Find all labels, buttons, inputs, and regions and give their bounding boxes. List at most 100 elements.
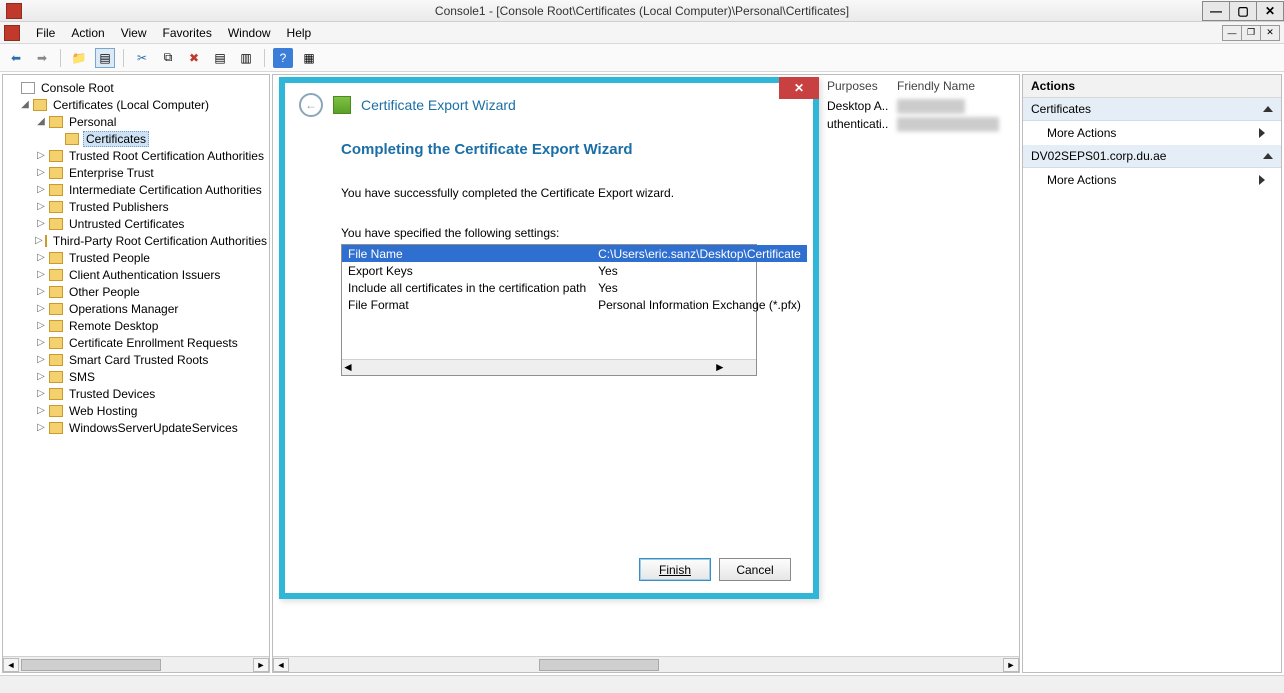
details-horizontal-scrollbar[interactable]: ◄ ► (273, 656, 1019, 672)
collapse-icon (1263, 153, 1273, 159)
folder-icon (49, 286, 63, 298)
view-icon[interactable]: ▦ (299, 48, 319, 68)
tree-node-personal-certificates[interactable]: Certificates (3, 130, 269, 147)
show-hide-tree-icon[interactable]: ▤ (95, 48, 115, 68)
mdi-restore-button[interactable]: ❐ (1241, 25, 1261, 41)
wizard-specified-label: You have specified the following setting… (341, 226, 757, 240)
list-cell[interactable]: Desktop A... (819, 97, 889, 115)
status-bar (0, 675, 1284, 693)
tree-node[interactable]: ▷Trusted Root Certification Authorities (3, 147, 269, 164)
settings-row-export-keys[interactable]: Export KeysYes (342, 262, 807, 279)
scroll-left-icon[interactable]: ◄ (3, 658, 19, 672)
tree-node[interactable]: ▷Client Authentication Issuers (3, 266, 269, 283)
settings-row-file-format[interactable]: File FormatPersonal Information Exchange… (342, 296, 807, 313)
tree-node[interactable]: ▷Operations Manager (3, 300, 269, 317)
window-title: Console1 - [Console Root\Certificates (L… (0, 4, 1284, 18)
scroll-right-icon[interactable]: ► (714, 360, 726, 375)
actions-group-certificates[interactable]: Certificates (1023, 98, 1281, 121)
folder-icon (33, 99, 47, 111)
folder-icon (49, 218, 63, 230)
certificate-wizard-icon (333, 96, 351, 114)
column-friendly-name[interactable]: Friendly Name (889, 75, 983, 97)
export-icon[interactable]: ▥ (236, 48, 256, 68)
tree-node[interactable]: ▷Remote Desktop (3, 317, 269, 334)
tree-node-console-root[interactable]: Console Root (3, 79, 269, 96)
actions-group-selected-cert[interactable]: DV02SEPS01.corp.du.ae (1023, 145, 1281, 168)
tree-node-personal[interactable]: ◢ Personal (3, 113, 269, 130)
submenu-icon (1259, 175, 1265, 185)
folder-icon (49, 303, 63, 315)
help-icon[interactable]: ? (273, 48, 293, 68)
folder-icon (49, 184, 63, 196)
tree-node[interactable]: ▷Certificate Enrollment Requests (3, 334, 269, 351)
tree-horizontal-scrollbar[interactable]: ◄ ► (3, 656, 269, 672)
tree-node[interactable]: ▷WindowsServerUpdateServices (3, 419, 269, 436)
certificate-export-wizard-dialog: ✕ ← Certificate Export Wizard Completing… (279, 77, 819, 599)
menu-view[interactable]: View (113, 23, 155, 43)
menu-favorites[interactable]: Favorites (155, 23, 220, 43)
folder-icon (49, 320, 63, 332)
back-icon[interactable]: ⬅ (6, 48, 26, 68)
tree-node[interactable]: ▷Untrusted Certificates (3, 215, 269, 232)
folder-icon (49, 405, 63, 417)
copy-icon[interactable]: ⧉ (158, 48, 178, 68)
submenu-icon (1259, 128, 1265, 138)
column-purposes[interactable]: Purposes (819, 75, 889, 97)
wizard-back-button[interactable]: ← (299, 93, 323, 117)
menu-window[interactable]: Window (220, 23, 279, 43)
console-icon (21, 82, 35, 94)
cancel-button[interactable]: Cancel (719, 558, 791, 581)
tree-node[interactable]: ▷Web Hosting (3, 402, 269, 419)
settings-row-include-chain[interactable]: Include all certificates in the certific… (342, 279, 807, 296)
actions-title: Actions (1023, 75, 1281, 98)
forward-icon[interactable]: ➡ (32, 48, 52, 68)
scroll-left-icon[interactable]: ◄ (342, 360, 354, 375)
tree-node[interactable]: ▷Enterprise Trust (3, 164, 269, 181)
tree-node[interactable]: ▷SMS (3, 368, 269, 385)
folder-icon (49, 354, 63, 366)
scroll-right-icon[interactable]: ► (253, 658, 269, 672)
actions-panel: Actions Certificates More Actions DV02SE… (1022, 74, 1282, 673)
scroll-left-icon[interactable]: ◄ (273, 658, 289, 672)
menu-bar: File Action View Favorites Window Help —… (0, 22, 1284, 44)
tree-node-certificates-local[interactable]: ◢ Certificates (Local Computer) (3, 96, 269, 113)
settings-horizontal-scrollbar[interactable]: ◄ ► (342, 359, 756, 375)
menu-action[interactable]: Action (63, 23, 112, 43)
folder-icon (49, 150, 63, 162)
collapse-icon (1263, 106, 1273, 112)
cut-icon[interactable]: ✂ (132, 48, 152, 68)
folder-icon (49, 388, 63, 400)
delete-icon[interactable]: ✖ (184, 48, 204, 68)
tree-node[interactable]: ▷Smart Card Trusted Roots (3, 351, 269, 368)
settings-row-filename[interactable]: File NameC:\Users\eric.sanz\Desktop\Cert… (342, 245, 807, 262)
menu-file[interactable]: File (28, 23, 63, 43)
finish-button[interactable]: Finish (639, 558, 711, 581)
console-tree-panel: Console Root ◢ Certificates (Local Compu… (2, 74, 270, 673)
actions-more-certificates[interactable]: More Actions (1023, 121, 1281, 145)
tree-node[interactable]: ▷Trusted Publishers (3, 198, 269, 215)
folder-icon (65, 133, 79, 145)
mdi-minimize-button[interactable]: — (1222, 25, 1242, 41)
wizard-close-button[interactable]: ✕ (779, 77, 819, 99)
list-cell[interactable]: ████████ (889, 97, 973, 115)
mdi-close-button[interactable]: ✕ (1260, 25, 1280, 41)
title-bar: Console1 - [Console Root\Certificates (L… (0, 0, 1284, 22)
tree-node[interactable]: ▷Trusted People (3, 249, 269, 266)
folder-icon (49, 269, 63, 281)
tree-node[interactable]: ▷Intermediate Certification Authorities (3, 181, 269, 198)
tree-node[interactable]: ▷Other People (3, 283, 269, 300)
folder-icon (49, 252, 63, 264)
properties-icon[interactable]: ▤ (210, 48, 230, 68)
folder-icon (49, 337, 63, 349)
actions-more-selected[interactable]: More Actions (1023, 168, 1281, 192)
tree-node[interactable]: ▷Third-Party Root Certification Authorit… (3, 232, 269, 249)
up-folder-icon[interactable]: 📁 (69, 48, 89, 68)
folder-icon (49, 116, 63, 128)
folder-icon (49, 422, 63, 434)
scroll-right-icon[interactable]: ► (1003, 658, 1019, 672)
menu-help[interactable]: Help (279, 23, 320, 43)
tree-node[interactable]: ▷Trusted Devices (3, 385, 269, 402)
list-cell[interactable]: uthenticati... (819, 115, 889, 133)
list-cell[interactable]: ████████████ (889, 115, 1007, 133)
wizard-title: Certificate Export Wizard (361, 97, 516, 113)
